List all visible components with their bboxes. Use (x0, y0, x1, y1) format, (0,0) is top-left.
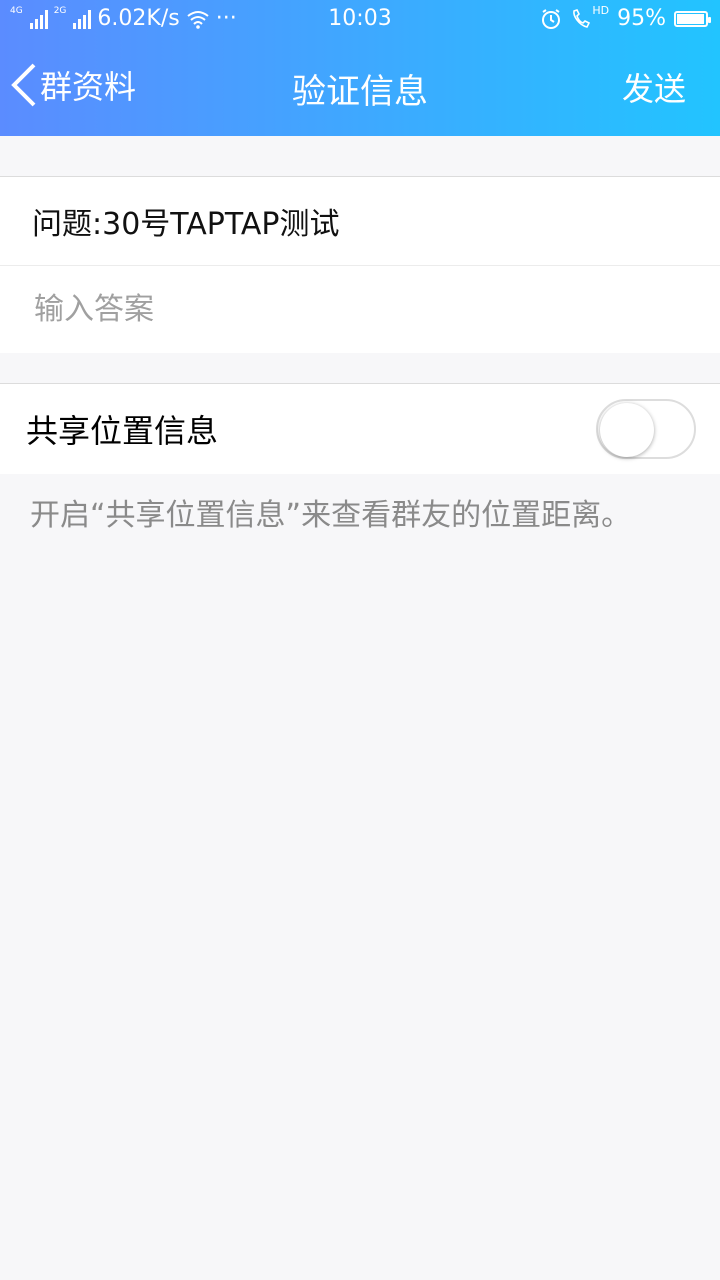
battery-percent: 95% (617, 6, 666, 31)
toggle-knob (600, 403, 654, 457)
header: 4G 2G 6.02K/s ··· 10:03 HD 95% 群资料 验证信息 … (0, 0, 720, 136)
navigation-bar: 群资料 验证信息 发送 (0, 38, 720, 136)
phone-hd-icon (573, 8, 591, 28)
verification-section: 问题:30号TAPTAP测试 (0, 176, 720, 353)
status-bar: 4G 2G 6.02K/s ··· 10:03 HD 95% (0, 0, 720, 38)
share-location-label: 共享位置信息 (26, 412, 219, 450)
send-button[interactable]: 发送 (622, 64, 686, 110)
share-location-row: 共享位置信息 (0, 384, 720, 474)
page-title: 验证信息 (292, 72, 428, 112)
question-text: 问题:30号TAPTAP测试 (32, 207, 340, 242)
battery-icon (674, 10, 711, 27)
answer-row[interactable] (0, 265, 720, 353)
status-right: HD 95% (540, 4, 711, 31)
hd-label: HD (592, 4, 610, 17)
share-location-toggle[interactable] (596, 399, 696, 459)
question-row: 问题:30号TAPTAP测试 (0, 177, 720, 265)
alarm-icon (542, 8, 561, 29)
location-section: 共享位置信息 (0, 383, 720, 474)
share-location-hint: 开启“共享位置信息”来查看群友的位置距离。 (30, 498, 632, 533)
answer-input[interactable] (32, 291, 636, 328)
